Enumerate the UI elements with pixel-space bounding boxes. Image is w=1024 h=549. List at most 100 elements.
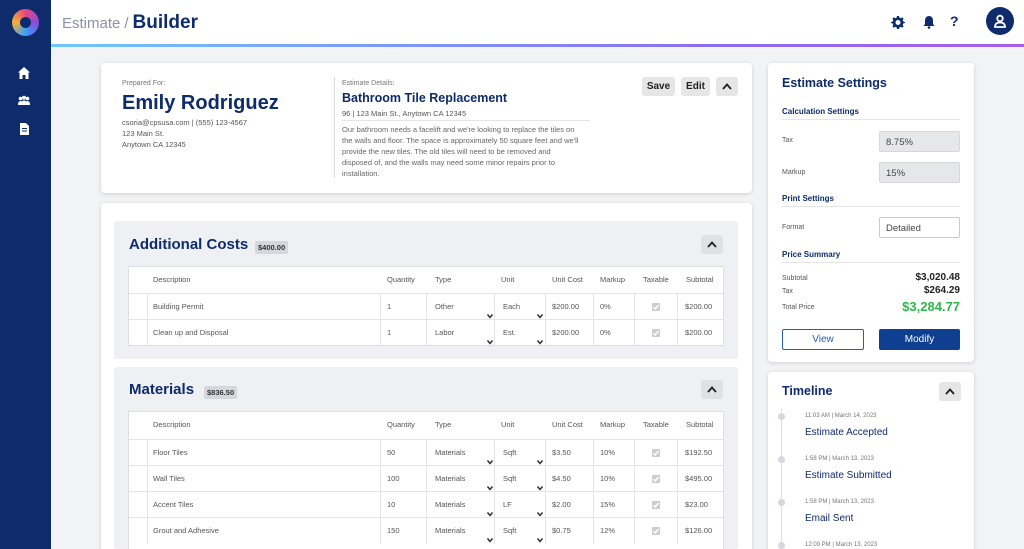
timeline-time: 1:58 PM | March 13, 2023 — [805, 456, 874, 462]
header-gradient-bar — [51, 44, 1024, 47]
row-description[interactable]: Building Permit — [153, 294, 203, 320]
additional-costs-total: $400.00 — [255, 241, 289, 254]
row-markup[interactable]: 15% — [600, 492, 615, 518]
markup-input[interactable]: 15% — [879, 162, 960, 183]
row-markup[interactable]: 0% — [600, 320, 611, 346]
col-taxable: Taxable — [643, 420, 669, 429]
price-summary-title: Price Summary — [782, 250, 841, 259]
row-subtotal: $200.00 — [685, 302, 713, 311]
user-avatar[interactable] — [986, 7, 1014, 35]
check-icon — [653, 476, 659, 482]
tax-summary-label: Tax — [782, 288, 793, 295]
taxable-checkbox[interactable] — [652, 449, 660, 457]
type-select[interactable]: Materials — [435, 518, 494, 544]
row-quantity[interactable]: 1 — [387, 320, 391, 346]
materials-title: Materials — [129, 381, 195, 398]
chevron-up-icon — [722, 83, 732, 90]
estimate-address: 96 | 123 Main St., Anytown CA 12345 — [342, 109, 467, 118]
gear-icon[interactable] — [891, 15, 905, 29]
timeline-event: Estimate Submitted — [805, 470, 892, 481]
prepared-for-label: Prepared For: — [122, 80, 166, 87]
row-description[interactable]: Floor Tiles — [153, 440, 188, 466]
brand-logo[interactable] — [12, 9, 39, 36]
taxable-checkbox[interactable] — [652, 475, 660, 483]
home-icon[interactable] — [17, 66, 31, 80]
unit-select[interactable]: Sqft — [503, 440, 544, 466]
breadcrumb-parent[interactable]: Estimate — [62, 15, 120, 32]
row-unit-cost[interactable]: $4.50 — [552, 466, 571, 492]
save-button[interactable]: Save — [642, 77, 675, 96]
row-quantity[interactable]: 50 — [387, 440, 395, 466]
table-row: Accent Tiles 10 Materials LF $2.00 15% $… — [129, 491, 723, 518]
taxable-checkbox[interactable] — [652, 527, 660, 535]
collapse-materials-button[interactable] — [701, 380, 723, 399]
col-type: Type — [435, 275, 452, 284]
row-description[interactable]: Wall Tiles — [153, 466, 185, 492]
col-taxable: Taxable — [643, 275, 669, 284]
top-header: Estimate / Builder ? — [51, 0, 1024, 45]
page-title: Builder — [132, 12, 198, 33]
row-subtotal: $23.00 — [685, 500, 708, 509]
row-unit-cost[interactable]: $3.50 — [552, 440, 571, 466]
collapse-timeline-button[interactable] — [939, 382, 961, 401]
col-unit: Unit — [501, 275, 515, 284]
row-description[interactable]: Clean up and Disposal — [153, 320, 228, 346]
materials-table: Description Quantity Type Unit Unit Cost… — [128, 411, 724, 549]
view-button[interactable]: View — [782, 329, 864, 350]
collapse-header-button[interactable] — [716, 77, 738, 96]
team-icon[interactable] — [17, 94, 31, 108]
col-markup: Markup — [600, 420, 626, 429]
tax-input[interactable]: 8.75% — [879, 131, 960, 152]
unit-select[interactable]: LF — [503, 492, 544, 518]
user-icon — [994, 14, 1006, 28]
row-quantity[interactable]: 100 — [387, 466, 400, 492]
row-unit-cost[interactable]: $2.00 — [552, 492, 571, 518]
row-quantity[interactable]: 1 — [387, 294, 391, 320]
timeline-track — [781, 408, 782, 549]
format-select[interactable]: Detailed — [879, 217, 960, 238]
row-markup[interactable]: 12% — [600, 518, 615, 544]
header-divider — [334, 77, 335, 178]
row-description[interactable]: Accent Tiles — [153, 492, 193, 518]
row-subtotal: $495.00 — [685, 474, 713, 483]
unit-select[interactable]: Sqft — [503, 518, 544, 544]
additional-costs-title: Additional Costs — [129, 236, 249, 253]
unit-select[interactable]: Sqft — [503, 466, 544, 492]
type-select[interactable]: Other — [435, 294, 494, 320]
estimate-description: Our bathroom needs a facelift and we're … — [342, 124, 592, 179]
check-icon — [653, 528, 659, 534]
tax-summary-value: $264.29 — [923, 285, 960, 296]
check-icon — [653, 330, 659, 336]
sidebar — [0, 0, 51, 549]
row-unit-cost[interactable]: $0.75 — [552, 518, 571, 544]
type-select[interactable]: Materials — [435, 466, 494, 492]
help-icon[interactable]: ? — [950, 13, 959, 29]
row-quantity[interactable]: 10 — [387, 492, 395, 518]
unit-select[interactable]: Est. — [503, 320, 544, 346]
taxable-checkbox[interactable] — [652, 303, 660, 311]
row-markup[interactable]: 10% — [600, 466, 615, 492]
collapse-additional-costs-button[interactable] — [701, 235, 723, 254]
col-description: Description — [153, 420, 191, 429]
edit-button[interactable]: Edit — [681, 77, 710, 96]
chevron-down-icon — [486, 502, 494, 517]
col-subtotal: Subtotal — [686, 420, 714, 429]
timeline-dot — [778, 456, 785, 463]
document-icon[interactable] — [17, 122, 31, 136]
row-unit-cost[interactable]: $200.00 — [552, 320, 579, 346]
type-select[interactable]: Materials — [435, 492, 494, 518]
row-description[interactable]: Grout and Adhesive — [153, 518, 219, 544]
taxable-checkbox[interactable] — [652, 501, 660, 509]
modify-button[interactable]: Modify — [879, 329, 960, 350]
row-markup[interactable]: 10% — [600, 440, 615, 466]
row-markup[interactable]: 0% — [600, 294, 611, 320]
type-select[interactable]: Materials — [435, 440, 494, 466]
row-unit-cost[interactable]: $200.00 — [552, 294, 579, 320]
additional-costs-table: Description Quantity Type Unit Unit Cost… — [128, 266, 724, 346]
col-markup: Markup — [600, 275, 626, 284]
type-select[interactable]: Labor — [435, 320, 494, 346]
row-quantity[interactable]: 150 — [387, 518, 400, 544]
taxable-checkbox[interactable] — [652, 329, 660, 337]
bell-icon[interactable] — [922, 15, 936, 29]
unit-select[interactable]: Each — [503, 294, 544, 320]
